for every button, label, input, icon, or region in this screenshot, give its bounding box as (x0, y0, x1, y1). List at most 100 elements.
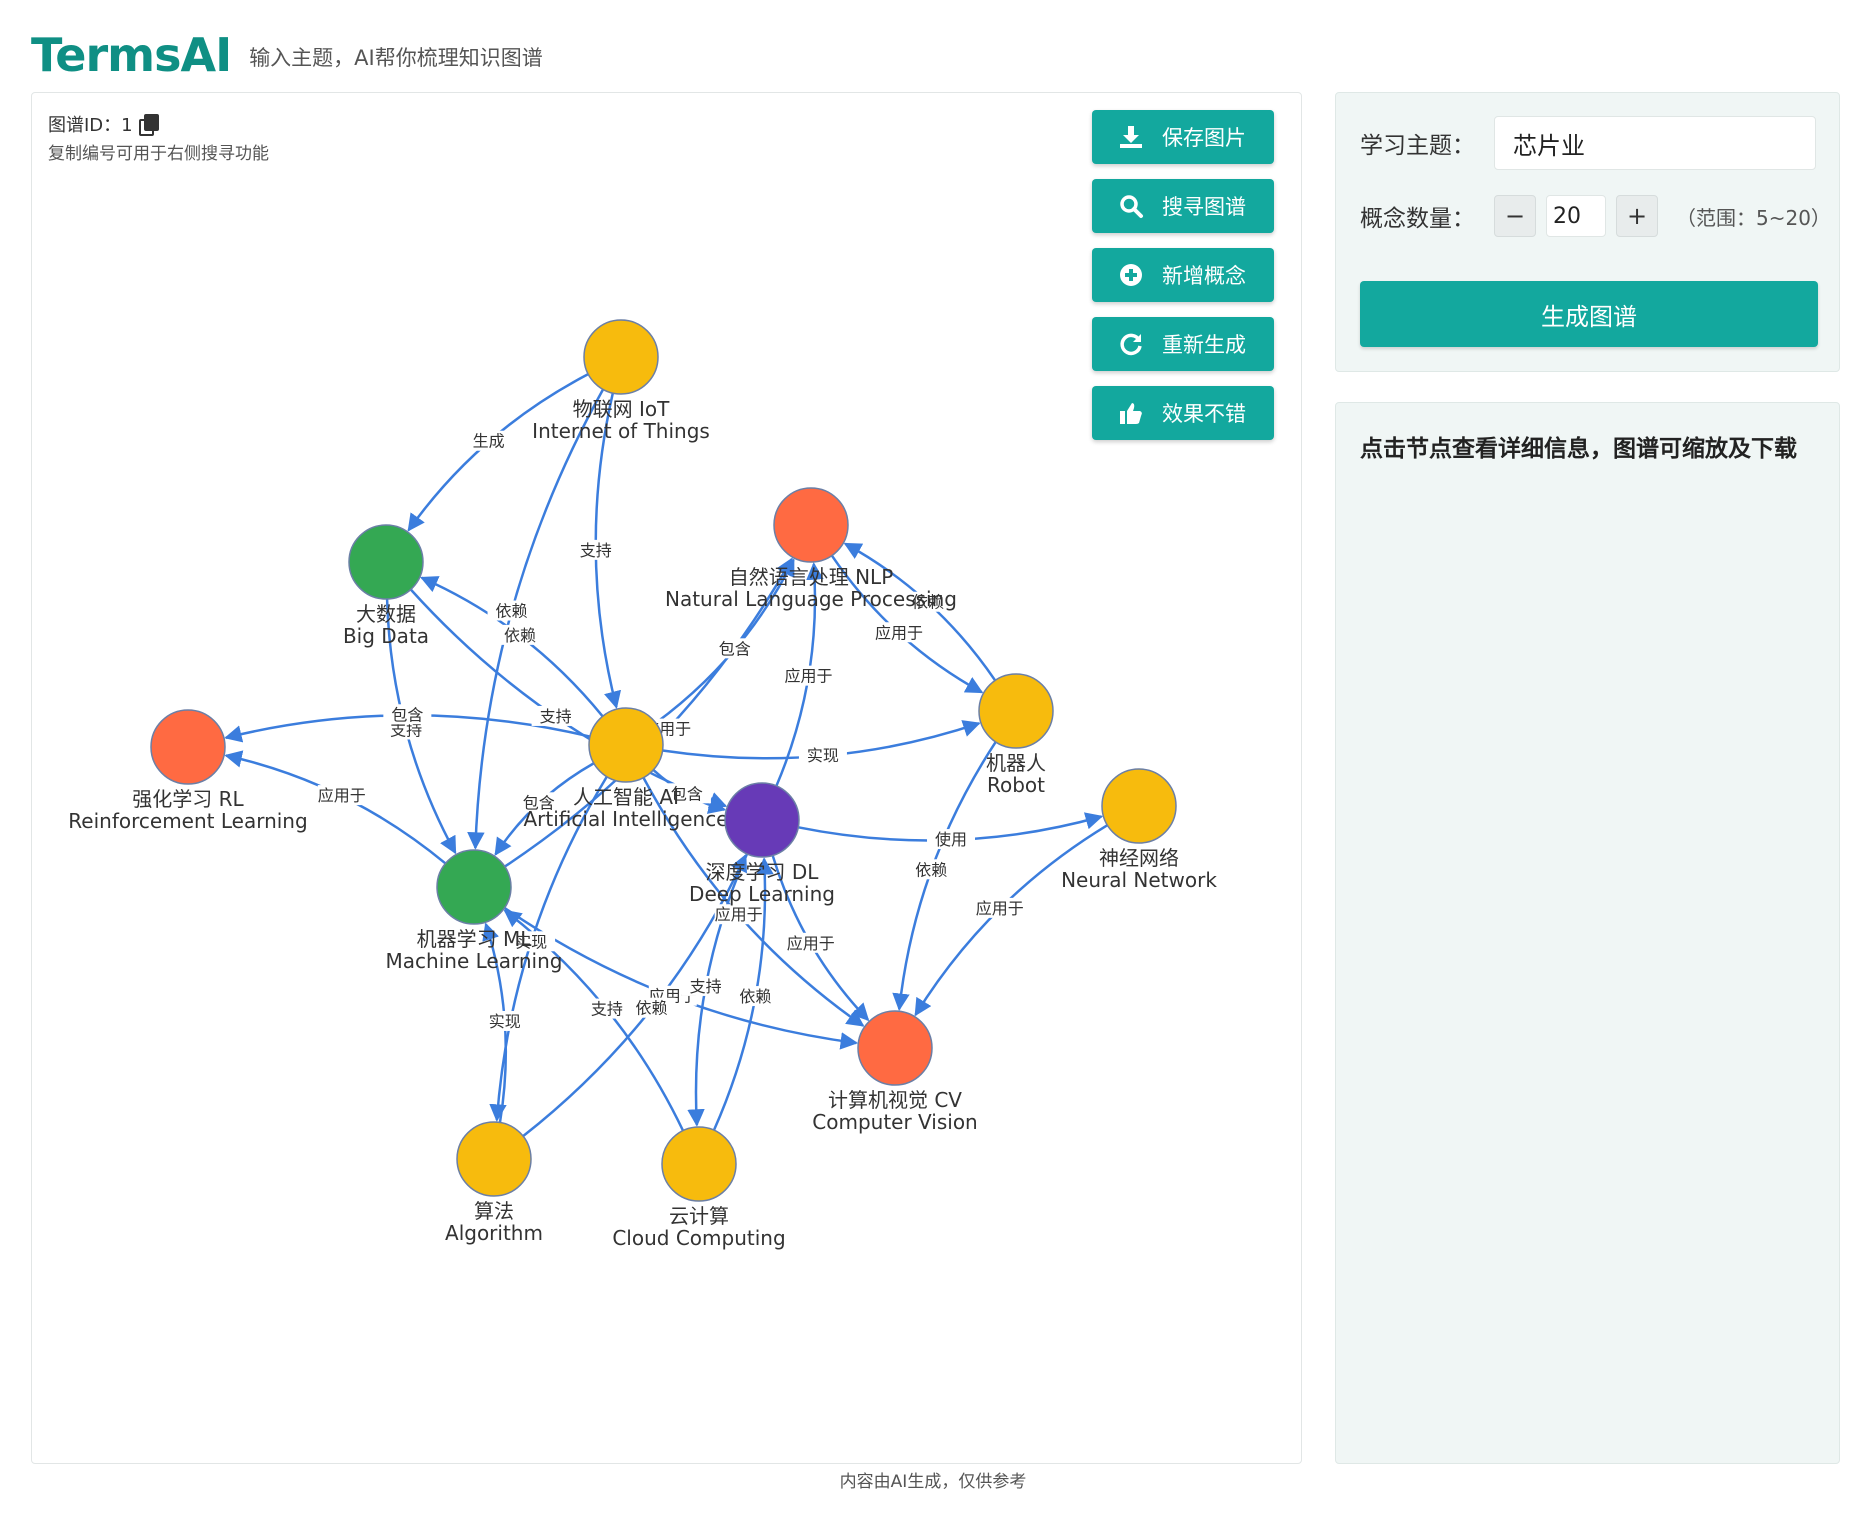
add-concept-button[interactable]: 新增概念 (1092, 248, 1274, 302)
node-circle[interactable] (436, 849, 512, 925)
graph-node-nlp[interactable]: 自然语言处理 NLPNatural Language Processing (665, 487, 957, 611)
edge-label: 支持 (690, 977, 722, 996)
edge-label: 应用于 (784, 667, 832, 686)
edge-label: 包含 (719, 639, 751, 658)
thumbs-up-icon (1118, 400, 1144, 426)
graph-node-cv[interactable]: 计算机视觉 CVComputer Vision (812, 1010, 978, 1134)
save-image-button[interactable]: 保存图片 (1092, 110, 1274, 164)
node-circle[interactable] (1101, 768, 1177, 844)
header: TermsAI 输入主题，AI帮你梳理知识图谱 (31, 8, 543, 78)
node-label-en: Algorithm (445, 1221, 543, 1245)
save-image-label: 保存图片 (1162, 126, 1246, 150)
node-label-en: Cloud Computing (612, 1226, 785, 1250)
edge-label: 包含 (391, 705, 423, 724)
edge-label: 实现 (489, 1012, 521, 1031)
node-circle[interactable] (150, 709, 226, 785)
graph-node-ai[interactable]: 人工智能 AIArtificial Intelligence (524, 707, 729, 831)
node-label-en: Neural Network (1061, 868, 1217, 892)
node-label-zh: 算法 (474, 1199, 514, 1223)
graph-edge (409, 588, 728, 809)
node-label-zh: 人工智能 AI (573, 785, 679, 809)
node-circle[interactable] (456, 1121, 532, 1197)
topic-row: 学习主题： (1360, 116, 1816, 170)
node-label-en: Machine Learning (386, 949, 563, 973)
node-label-en: Reinforcement Learning (68, 809, 307, 833)
node-label-en: Computer Vision (812, 1110, 977, 1134)
search-graph-label: 搜寻图谱 (1162, 195, 1246, 219)
node-label-zh: 强化学习 RL (132, 787, 244, 811)
edge-label: 实现 (807, 746, 839, 765)
increment-button[interactable]: + (1616, 195, 1658, 237)
node-label-en: Artificial Intelligence (524, 807, 729, 831)
count-row: 概念数量： − + （范围：5~20） (1360, 195, 1831, 237)
good-result-button[interactable]: 效果不错 (1092, 386, 1274, 440)
node-label-zh: 深度学习 DL (706, 860, 820, 884)
node-circle[interactable] (978, 673, 1054, 749)
edge-label: 依赖 (739, 987, 771, 1006)
graph-node-algo[interactable]: 算法Algorithm (445, 1121, 543, 1245)
graph-node-ml[interactable]: 机器学习 MLMachine Learning (386, 849, 563, 973)
add-concept-label: 新增概念 (1162, 264, 1246, 288)
regenerate-button[interactable]: 重新生成 (1092, 317, 1274, 371)
good-result-label: 效果不错 (1162, 402, 1246, 426)
count-range: （范围：5~20） (1676, 205, 1831, 230)
generate-graph-button[interactable]: 生成图谱 (1360, 281, 1818, 347)
edge-label: 支持 (591, 1000, 623, 1019)
plus-circle-icon (1118, 262, 1144, 288)
graph-node-bigdata[interactable]: 大数据Big Data (343, 524, 429, 648)
graph-node-nn[interactable]: 神经网络Neural Network (1061, 768, 1217, 892)
edge-label: 应用于 (715, 905, 763, 924)
graph-id: 图谱ID：1 (48, 111, 159, 137)
copy-icon[interactable] (138, 114, 159, 136)
footer-disclaimer: 内容由AI生成，仅供参考 (839, 1472, 1027, 1492)
count-input[interactable] (1546, 195, 1606, 237)
regenerate-label: 重新生成 (1162, 333, 1246, 357)
search-graph-button[interactable]: 搜寻图谱 (1092, 179, 1274, 233)
graph-hint: 复制编号可用于右侧搜寻功能 (48, 144, 269, 164)
node-circle[interactable] (583, 319, 659, 395)
edge-label: 依赖 (915, 860, 947, 879)
graph-node-iot[interactable]: 物联网 IoTInternet of Things (532, 319, 710, 443)
edge-label: 使用 (935, 830, 967, 849)
node-circle[interactable] (348, 524, 424, 600)
node-circle[interactable] (773, 487, 849, 563)
node-label-zh: 计算机视觉 CV (828, 1088, 962, 1112)
graph-edge (420, 576, 604, 718)
decrement-button[interactable]: − (1494, 195, 1536, 237)
edge-label: 生成 (473, 432, 505, 451)
edge-label: 支持 (580, 541, 612, 560)
topic-input[interactable] (1494, 116, 1816, 170)
graph-node-robot[interactable]: 机器人Robot (978, 673, 1054, 797)
edge-label: 应用于 (875, 623, 923, 642)
edge-label: 支持 (540, 707, 572, 726)
node-label-en: Big Data (343, 624, 429, 648)
edge-label: 依赖 (504, 626, 536, 645)
action-buttons: 保存图片 搜寻图谱 新增概念 重新生成 效果不错 (1092, 110, 1274, 440)
count-label: 概念数量： (1360, 206, 1475, 232)
node-label-zh: 大数据 (356, 602, 416, 626)
brand-logo[interactable]: TermsAI (31, 32, 232, 78)
node-label-en: Natural Language Processing (665, 587, 957, 611)
node-circle[interactable] (661, 1126, 737, 1202)
graph-node-cloud[interactable]: 云计算Cloud Computing (612, 1126, 786, 1250)
graph-edge (914, 824, 1109, 1017)
edge-label: 依赖 (636, 999, 668, 1018)
node-label-en: Robot (987, 773, 1045, 797)
info-panel: 点击节点查看详细信息，图谱可缩放及下载 (1335, 402, 1840, 1464)
node-label-zh: 神经网络 (1099, 846, 1179, 870)
node-label-zh: 物联网 IoT (573, 397, 670, 421)
settings-panel: 学习主题： 概念数量： − + （范围：5~20） 生成图谱 (1335, 92, 1840, 372)
refresh-icon (1118, 331, 1144, 357)
node-label-en: Internet of Things (532, 419, 710, 443)
download-icon (1118, 124, 1144, 150)
search-icon (1118, 193, 1144, 219)
node-circle[interactable] (724, 782, 800, 858)
edge-label: 依赖 (496, 602, 528, 621)
graph-id-label: 图谱ID：1 (48, 115, 133, 136)
edge-label: 应用于 (318, 786, 366, 805)
node-label-zh: 机器学习 ML (417, 927, 533, 951)
node-circle[interactable] (588, 707, 664, 783)
topic-label: 学习主题： (1360, 133, 1475, 159)
node-circle[interactable] (857, 1010, 933, 1086)
edge-label: 应用于 (787, 934, 835, 953)
